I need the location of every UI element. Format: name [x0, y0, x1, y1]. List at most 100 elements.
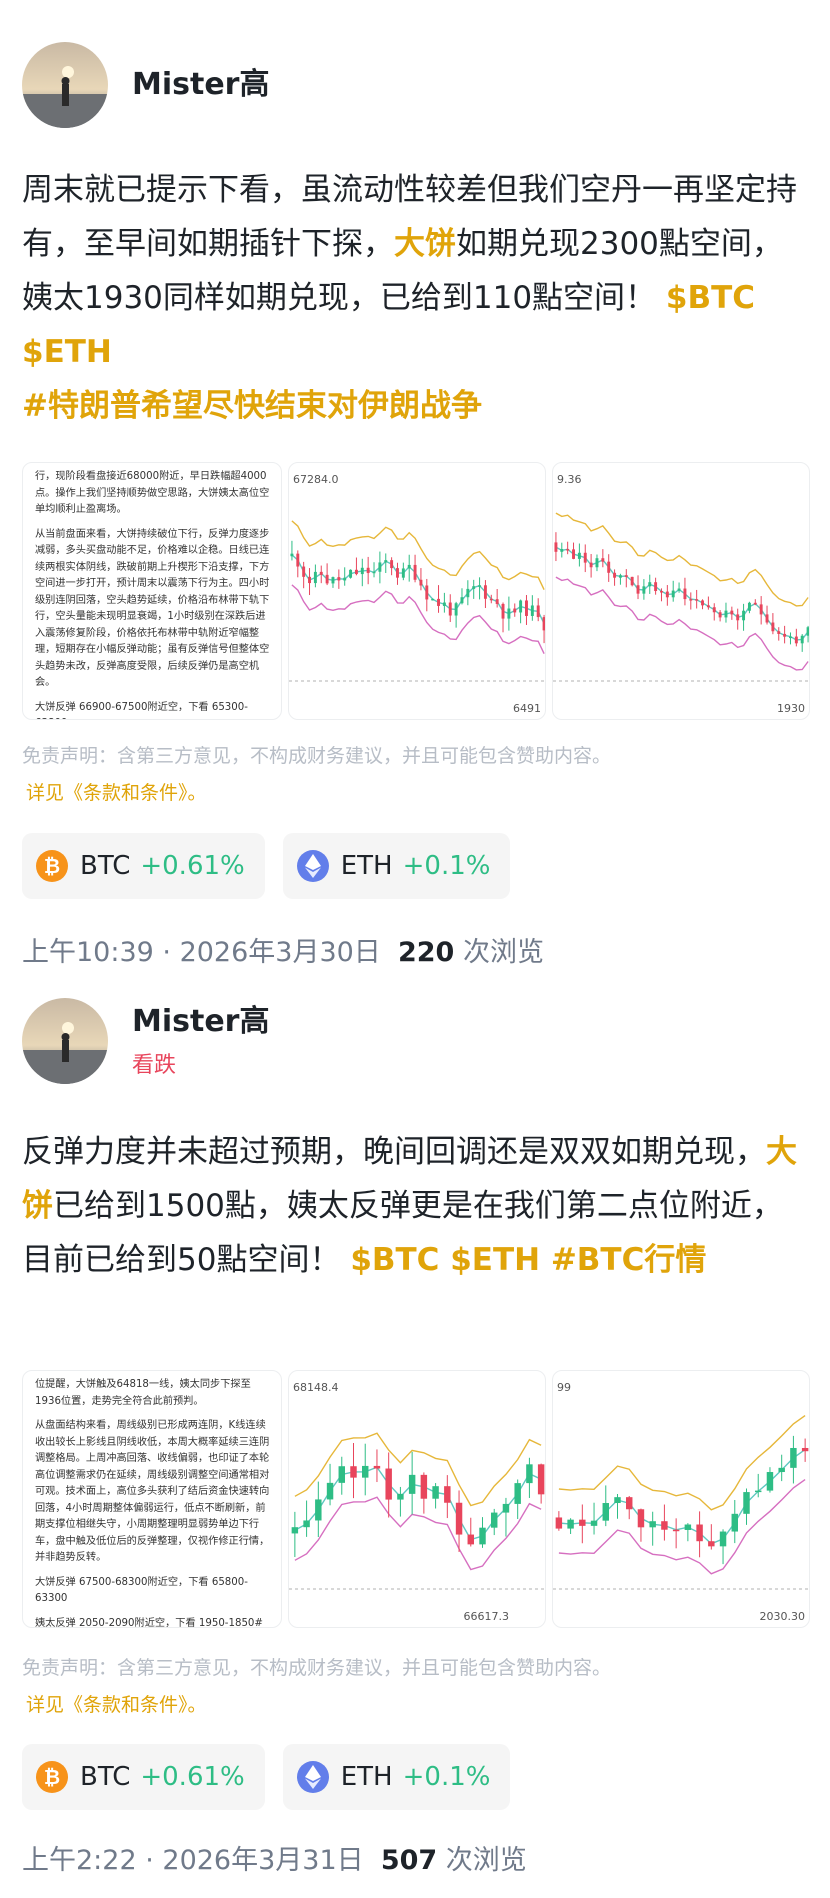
candle-body: [607, 561, 611, 573]
candle-body: [514, 1483, 521, 1504]
eth-chart-image[interactable]: 9.36 1930: [552, 462, 810, 720]
view-label: 次浏览: [462, 937, 544, 968]
avatar[interactable]: [22, 998, 108, 1084]
candle-body: [432, 1486, 439, 1499]
candle-body: [501, 603, 505, 619]
coin-symbol: BTC: [80, 1762, 131, 1792]
highlight-keyword[interactable]: 大饼: [394, 226, 456, 262]
candle-body: [672, 1529, 680, 1532]
candle-body: [712, 607, 716, 613]
candle-body: [360, 567, 364, 575]
candle-body: [794, 636, 798, 644]
shot-paragraph: 从盘面结构来看，周线级别已形成两连阴，K线连续收出较长上影线且阴线收低，本周大概…: [35, 1420, 270, 1563]
cashtags-hashtag[interactable]: $BTC $ETH #BTC行情: [350, 1242, 706, 1278]
bollinger-mid-line: [294, 1466, 542, 1541]
candle-body: [683, 588, 687, 600]
candle-body: [390, 560, 394, 569]
eth-chart-image[interactable]: 99 2030.30: [552, 1370, 810, 1628]
candlestick-chart: [289, 520, 545, 682]
post-content: 反弹力度并未超过预期，晚间回调还是双双如期兑现，大饼已给到1500點，姨太反弹更…: [22, 1125, 812, 1287]
author-row[interactable]: Mister高 看跌: [22, 996, 269, 1086]
candle-body: [466, 588, 470, 598]
candle-body: [290, 553, 294, 557]
candle-body: [530, 605, 534, 616]
candle-body: [630, 576, 634, 586]
candle-body: [460, 597, 464, 604]
author-name[interactable]: Mister高: [132, 66, 269, 104]
candle-body: [800, 635, 804, 644]
coin-change: +0.1%: [402, 1762, 491, 1792]
avatar[interactable]: [22, 42, 108, 128]
shot-paragraph: 大饼反弹 66900-67500附近空，下看 65300-63800: [35, 701, 248, 720]
disclaimer: 免责声明：含第三方意见，不构成财务建议，并且可能包含赞助内容。: [22, 745, 612, 767]
bollinger-upper-line: [558, 1415, 806, 1511]
candle-body: [313, 571, 317, 584]
candle-body: [567, 1519, 574, 1529]
candle-body: [753, 602, 757, 605]
candle-body: [577, 552, 581, 559]
candle-body: [495, 599, 499, 604]
btc-chart-image[interactable]: 68148.4 66617.3: [288, 1370, 546, 1628]
candle-body: [302, 566, 306, 577]
candle-body: [519, 600, 523, 613]
candle-body: [526, 1464, 533, 1484]
candle-body: [491, 1512, 498, 1528]
candle-body: [649, 1521, 656, 1528]
shot-paragraph: 姨太反弹 2050-2090附近空，下看 1950-1850#币圈##比特币跳水…: [35, 1617, 263, 1628]
candle-body: [731, 1513, 738, 1532]
candle-body: [536, 605, 540, 618]
coin-chip-btc[interactable]: ₿ BTC +0.61%: [22, 1744, 265, 1810]
candle-body: [642, 586, 646, 594]
candle-body: [478, 585, 482, 587]
text-screenshot[interactable]: 行，现阶段看盘接近68000附近，早日跌幅超4000点。操作上我们坚持顺势做空思…: [22, 462, 282, 720]
candle-body: [706, 605, 710, 608]
shot-paragraph: 大饼反弹 67500-68300附近空，下看 65800-63300: [35, 1576, 248, 1605]
btc-chart-image[interactable]: 67284.0 6491: [288, 462, 546, 720]
coin-chip-eth[interactable]: ETH +0.1%: [282, 1744, 511, 1810]
candle-body: [555, 1517, 563, 1529]
bitcoin-icon: ₿: [36, 1761, 68, 1793]
post-date: 2026年3月31日: [162, 1845, 364, 1876]
view-count: 507: [380, 1845, 438, 1876]
candle-body: [778, 1467, 785, 1473]
candle-body: [525, 600, 528, 616]
bollinger-lower-line: [558, 1479, 806, 1575]
candle-body: [454, 603, 458, 616]
post-time: 上午2:22: [22, 1845, 137, 1876]
candle-body: [696, 1524, 703, 1542]
terms-link[interactable]: 详见《条款和条件》。: [26, 1690, 207, 1717]
candlestick-chart: [553, 1415, 809, 1590]
author-name[interactable]: Mister高: [132, 1003, 269, 1041]
coin-chip-btc[interactable]: ₿ BTC +0.61%: [22, 833, 265, 899]
bollinger-mid-line: [291, 554, 545, 625]
candle-body: [789, 636, 792, 639]
view-label: 次浏览: [445, 1845, 527, 1876]
candle-body: [384, 560, 388, 563]
candle-body: [759, 604, 763, 615]
candle-body: [467, 1534, 474, 1545]
post-content: 周末就已提示下看，虽流动性较差但我们空丹一再坚定持有，至早间如期插针下探，大饼如…: [22, 163, 812, 433]
terms-link[interactable]: 详见《条款和条件》。: [26, 778, 207, 805]
candle-body: [708, 1541, 715, 1547]
candle-body: [671, 590, 675, 598]
candle-body: [677, 588, 681, 591]
candle-body: [637, 1509, 645, 1528]
candle-body: [583, 552, 587, 563]
candle-body: [419, 579, 423, 586]
candle-body: [724, 610, 728, 618]
candle-body: [602, 1503, 609, 1521]
text-screenshot[interactable]: 位提醒，大饼触及64818一线，姨太同步下探至1936位置，走势完全符合此前预判…: [22, 1370, 282, 1628]
candle-body: [326, 1482, 334, 1500]
candle-body: [315, 1499, 322, 1521]
bollinger-mid-line: [558, 1449, 806, 1545]
image-gallery: 行，现阶段看盘接近68000附近，早日跌幅超4000点。操作上我们坚持顺势做空思…: [22, 462, 812, 720]
candle-body: [396, 568, 399, 578]
post-meta: 上午10:39 · 2026年3月30日 220 次浏览: [22, 937, 544, 968]
hashtag[interactable]: #特朗普希望尽快结束对伊朗战争: [22, 388, 482, 424]
candle-body: [618, 575, 622, 578]
chart-top-label: 68148.4: [293, 1381, 339, 1394]
author-row[interactable]: Mister高: [22, 42, 269, 128]
coin-chip-eth[interactable]: ETH +0.1%: [282, 833, 511, 899]
candle-body: [790, 1447, 797, 1468]
shot-paragraph: 行，现阶段看盘接近68000附近，早日跌幅超4000点。操作上我们坚持顺势做空思…: [35, 471, 270, 515]
